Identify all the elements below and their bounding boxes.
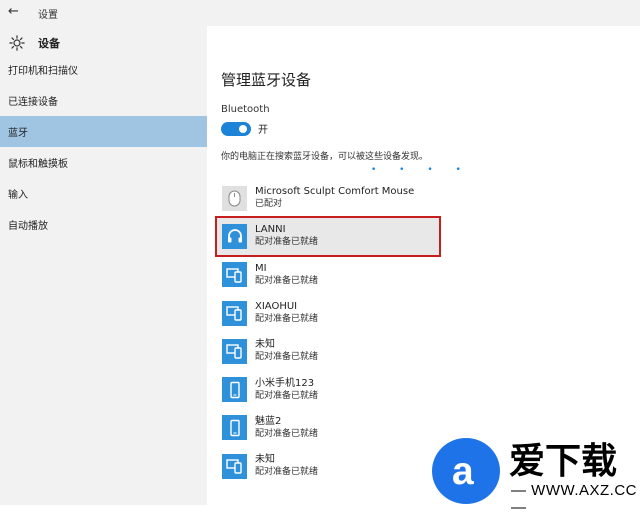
device-status: 配对准备已就绪 bbox=[255, 237, 319, 248]
device-name: XIAOHUI bbox=[255, 301, 298, 313]
gear-icon bbox=[9, 35, 25, 51]
searching-dots: • • • • bbox=[371, 165, 471, 175]
title-bar: ← 设置 bbox=[0, 0, 640, 26]
device-status: 配对准备已就绪 bbox=[255, 467, 319, 478]
headphones-icon bbox=[222, 223, 247, 249]
device-icon bbox=[222, 338, 247, 364]
device-name: Microsoft Sculpt Comfort Mouse bbox=[255, 186, 415, 198]
toggle-state-label: 开 bbox=[258, 125, 268, 136]
watermark-url: — WWW.AXZ.CC — bbox=[511, 482, 637, 516]
sidebar-header-label: 设备 bbox=[38, 37, 60, 50]
device-row[interactable]: 小米手机123 配对准备已就绪 bbox=[216, 370, 512, 408]
device-row[interactable]: MI 配对准备已就绪 bbox=[216, 256, 512, 294]
window-title: 设置 bbox=[38, 10, 58, 21]
toggle-knob bbox=[239, 124, 247, 133]
device-row-selected[interactable]: LANNI 配对准备已就绪 bbox=[215, 216, 441, 257]
device-row[interactable]: 未知 配对准备已就绪 bbox=[216, 332, 512, 370]
phone-icon bbox=[222, 377, 247, 403]
device-icon bbox=[222, 300, 247, 326]
device-status: 配对准备已就绪 bbox=[255, 428, 319, 439]
device-name: 魅蓝2 bbox=[255, 415, 282, 427]
logo-circle: a bbox=[432, 438, 500, 504]
device-status: 已配对 bbox=[255, 199, 283, 210]
device-icon bbox=[222, 453, 247, 479]
device-name: MI bbox=[255, 262, 267, 274]
bluetooth-label: Bluetooth bbox=[221, 104, 270, 115]
searching-status: 你的电脑正在搜索蓝牙设备，可以被这些设备发现。 bbox=[221, 152, 429, 162]
main-content: 管理蓝牙设备 Bluetooth 开 你的电脑正在搜索蓝牙设备，可以被这些设备发… bbox=[221, 69, 631, 175]
sidebar-item-typing[interactable]: 输入 bbox=[0, 178, 207, 209]
device-icon bbox=[222, 262, 247, 288]
sidebar-nav: 打印机和扫描仪 已连接设备 蓝牙 鼠标和触摸板 输入 自动播放 bbox=[0, 54, 207, 240]
sidebar-item-bluetooth[interactable]: 蓝牙 bbox=[0, 116, 207, 147]
sidebar-item-mouse-touchpad[interactable]: 鼠标和触摸板 bbox=[0, 147, 207, 178]
sidebar-item-printers-scanners[interactable]: 打印机和扫描仪 bbox=[0, 54, 207, 85]
page-title: 管理蓝牙设备 bbox=[221, 71, 312, 89]
sidebar-item-connected-devices[interactable]: 已连接设备 bbox=[0, 85, 207, 116]
sidebar: 设备 打印机和扫描仪 已连接设备 蓝牙 鼠标和触摸板 输入 自动播放 bbox=[0, 26, 207, 505]
device-status: 配对准备已就绪 bbox=[255, 390, 319, 401]
logo-letter: a bbox=[452, 450, 474, 493]
mouse-icon bbox=[222, 185, 247, 211]
device-row[interactable]: Microsoft Sculpt Comfort Mouse 已配对 bbox=[216, 179, 512, 217]
watermark-logo: a 爱下载 — WWW.AXZ.CC — bbox=[432, 438, 640, 516]
device-status: 配对准备已就绪 bbox=[255, 275, 319, 286]
device-name: LANNI bbox=[255, 224, 286, 236]
device-status: 配对准备已就绪 bbox=[255, 352, 319, 363]
phone-icon bbox=[222, 415, 247, 441]
device-name: 未知 bbox=[255, 454, 275, 466]
back-arrow-icon[interactable]: ← bbox=[8, 4, 19, 19]
sidebar-item-autoplay[interactable]: 自动播放 bbox=[0, 209, 207, 240]
bluetooth-toggle[interactable] bbox=[221, 121, 251, 136]
device-name: 小米手机123 bbox=[255, 377, 315, 389]
sidebar-header: 设备 bbox=[8, 31, 60, 55]
device-name: 未知 bbox=[255, 339, 275, 351]
device-status: 配对准备已就绪 bbox=[255, 314, 319, 325]
watermark-main: 爱下载 bbox=[509, 441, 618, 482]
device-row[interactable]: XIAOHUI 配对准备已就绪 bbox=[216, 294, 512, 332]
